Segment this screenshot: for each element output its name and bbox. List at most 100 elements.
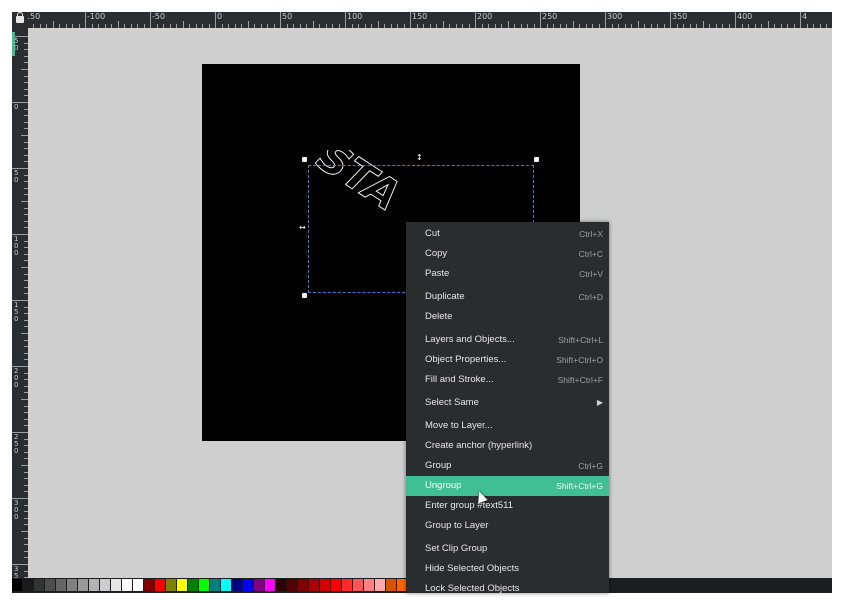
menu-item-select-same[interactable]: Select Same ▶ — [406, 393, 609, 413]
color-swatch[interactable] — [210, 579, 220, 591]
color-swatch[interactable] — [122, 579, 132, 591]
ruler-minor-tick — [325, 24, 327, 28]
menu-item-shortcut: Shift+Ctrl+F — [557, 375, 603, 385]
ruler-minor-tick — [377, 21, 379, 28]
color-swatch[interactable] — [23, 579, 33, 591]
color-swatch[interactable] — [221, 579, 231, 591]
ruler-minor-tick — [156, 24, 158, 28]
color-swatch[interactable] — [34, 579, 44, 591]
ruler-minor-tick — [24, 517, 28, 519]
color-swatch[interactable] — [67, 579, 77, 591]
color-swatch[interactable] — [386, 579, 396, 591]
ruler-minor-tick — [358, 24, 359, 28]
color-swatch[interactable] — [309, 579, 319, 591]
color-swatch[interactable] — [232, 579, 242, 591]
ruler-minor-tick — [24, 504, 28, 506]
menu-item-lock-selected-objects[interactable]: Lock Selected Objects — [406, 579, 609, 593]
color-swatch[interactable] — [353, 579, 363, 591]
color-swatch[interactable] — [12, 579, 22, 591]
menu-item-layers-and-objects[interactable]: Layers and Objects... Shift+Ctrl+L — [406, 330, 609, 350]
ruler-major-tick — [605, 12, 606, 28]
menu-item-enter-group-text511[interactable]: Enter group #text511 — [406, 496, 609, 516]
ruler-minor-tick — [520, 24, 522, 28]
color-swatch[interactable] — [100, 579, 110, 591]
color-swatch[interactable] — [78, 579, 88, 591]
menu-item-shortcut: Ctrl+X — [579, 229, 603, 239]
resize-handle-left[interactable]: ↔ — [299, 224, 306, 232]
ruler-minor-tick — [228, 24, 229, 28]
color-swatch[interactable] — [320, 579, 330, 591]
ruler-minor-tick — [618, 24, 619, 28]
menu-item-duplicate[interactable]: Duplicate Ctrl+D — [406, 287, 609, 307]
menu-item-cut[interactable]: Cut Ctrl+X — [406, 224, 609, 244]
color-swatch[interactable] — [342, 579, 352, 591]
menu-item-shortcut: Ctrl+V — [579, 269, 603, 279]
color-swatch[interactable] — [56, 579, 66, 591]
menu-item-fill-and-stroke[interactable]: Fill and Stroke... Shift+Ctrl+F — [406, 370, 609, 390]
guide-lock-button[interactable] — [12, 12, 28, 28]
color-swatch[interactable] — [177, 579, 187, 591]
color-swatch[interactable] — [111, 579, 121, 591]
ruler-major-tick — [475, 12, 476, 28]
color-swatch[interactable] — [155, 579, 165, 591]
color-swatch[interactable] — [375, 579, 385, 591]
color-swatch[interactable] — [298, 579, 308, 591]
color-swatch[interactable] — [45, 579, 55, 591]
ruler-minor-tick — [24, 260, 28, 262]
color-swatch[interactable] — [243, 579, 253, 591]
menu-item-copy[interactable]: Copy Ctrl+C — [406, 244, 609, 264]
ruler-minor-tick — [449, 24, 450, 28]
resize-handle-top[interactable]: ↕ — [416, 154, 423, 162]
ruler-minor-tick — [442, 21, 444, 28]
resize-handle-top-right[interactable] — [534, 157, 539, 162]
ruler-label: -100 — [87, 12, 106, 21]
ruler-minor-tick — [24, 405, 28, 407]
menu-item-create-anchor-hyperlink[interactable]: Create anchor (hyperlink) — [406, 436, 609, 456]
horizontal-ruler[interactable]: -150 -100 -50 0 50 100 150 200 250 300 350 400 4 — [12, 12, 832, 28]
menu-item-shortcut: Shift+Ctrl+G — [556, 481, 603, 491]
ruler-minor-tick — [715, 24, 717, 28]
ruler-minor-tick — [423, 24, 424, 28]
ruler-label: 150 — [412, 12, 428, 21]
ruler-minor-tick — [46, 24, 47, 28]
color-swatch[interactable] — [199, 579, 209, 591]
ruler-minor-tick — [24, 115, 28, 117]
ruler-major-tick — [410, 12, 411, 28]
ruler-minor-tick — [24, 550, 28, 552]
color-swatch[interactable] — [254, 579, 264, 591]
vertical-ruler[interactable]: 5 0 0 5 0 1 0 0 1 5 0 2 0 0 2 5 0 3 0 0 3 5 — [12, 28, 28, 578]
menu-item-ungroup[interactable]: Ungroup Shift+Ctrl+G — [406, 476, 609, 496]
ruler-minor-tick — [21, 69, 28, 70]
color-swatch[interactable] — [364, 579, 374, 591]
ruler-minor-tick — [24, 154, 28, 156]
menu-item-set-clip-group[interactable]: Set Clip Group — [406, 539, 609, 559]
color-swatch[interactable] — [144, 579, 154, 591]
ruler-label: 1 5 0 — [14, 301, 19, 323]
menu-item-group[interactable]: Group Ctrl+G — [406, 456, 609, 476]
color-swatch[interactable] — [276, 579, 286, 591]
ruler-minor-tick — [163, 24, 164, 28]
color-swatch[interactable] — [166, 579, 176, 591]
menu-item-paste[interactable]: Paste Ctrl+V — [406, 264, 609, 284]
color-swatch[interactable] — [265, 579, 275, 591]
menu-item-delete[interactable]: Delete — [406, 307, 609, 327]
color-swatch[interactable] — [287, 579, 297, 591]
submenu-arrow-icon: ▶ — [596, 398, 603, 407]
ruler-minor-tick — [416, 24, 418, 28]
color-swatch[interactable] — [89, 579, 99, 591]
ruler-minor-tick — [559, 24, 561, 28]
resize-handle-top-left[interactable] — [302, 157, 307, 162]
menu-item-hide-selected-objects[interactable]: Hide Selected Objects — [406, 559, 609, 579]
ruler-minor-tick — [24, 187, 28, 189]
ruler-major-tick — [670, 12, 671, 28]
menu-item-label: Create anchor (hyperlink) — [425, 440, 533, 451]
menu-item-move-to-layer[interactable]: Move to Layer... — [406, 416, 609, 436]
ruler-minor-tick — [24, 240, 28, 242]
color-swatch[interactable] — [133, 579, 143, 591]
resize-handle-bottom-left[interactable] — [302, 293, 307, 298]
ruler-minor-tick — [91, 24, 93, 28]
color-swatch[interactable] — [331, 579, 341, 591]
color-swatch[interactable] — [188, 579, 198, 591]
menu-item-object-properties[interactable]: Object Properties... Shift+Ctrl+O — [406, 350, 609, 370]
menu-item-group-to-layer[interactable]: Group to Layer — [406, 516, 609, 536]
